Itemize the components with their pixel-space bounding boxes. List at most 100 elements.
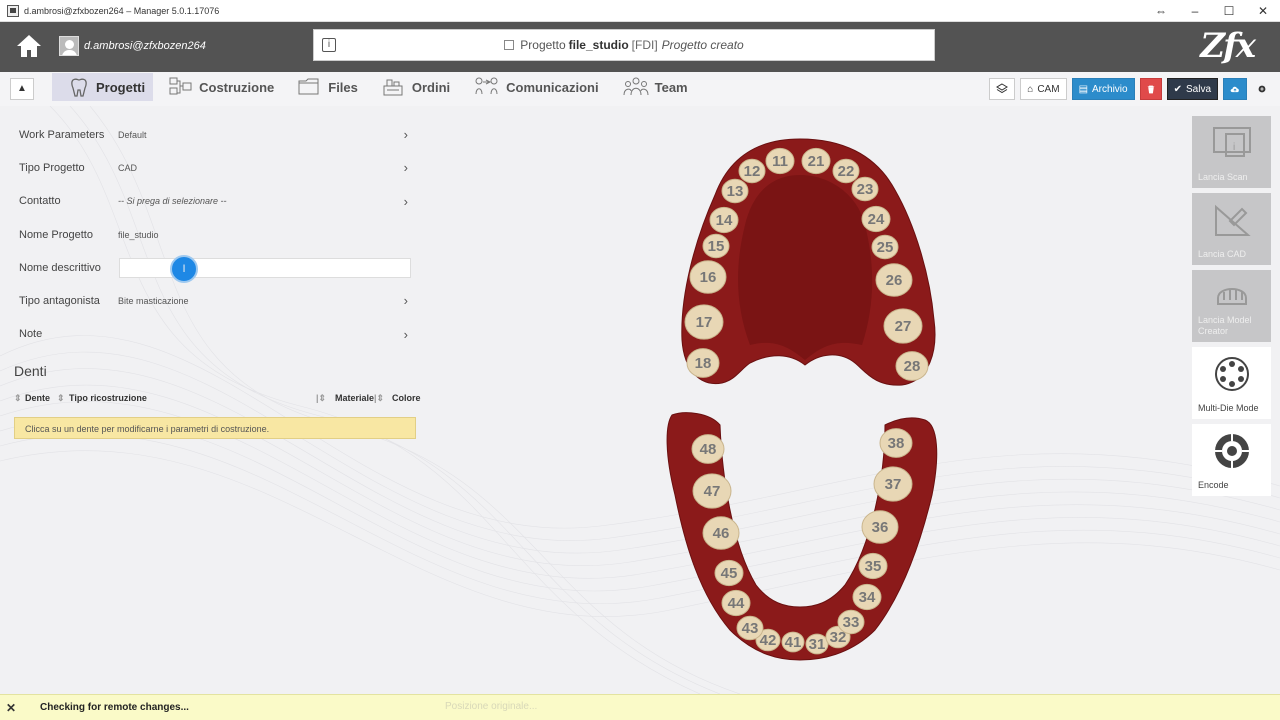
add-button[interactable] — [1252, 78, 1272, 100]
work-parameters-row[interactable]: Work Parameters Default › — [14, 118, 416, 151]
multi-die-mode-label: Multi-Die Mode — [1198, 403, 1259, 413]
tab-comunicazioni[interactable]: Comunicazioni — [458, 73, 606, 101]
chevron-right-icon[interactable]: › — [404, 160, 408, 175]
tooth-18[interactable]: 18 — [686, 348, 720, 378]
user-name: d.ambrosi@zfxbozen264 — [84, 40, 206, 52]
tooth-43[interactable]: 43 — [736, 615, 764, 641]
tooth-17[interactable]: 17 — [684, 304, 724, 340]
multi-die-icon — [1215, 357, 1249, 391]
tooth-15[interactable]: 15 — [702, 233, 730, 259]
tooth-35[interactable]: 35 — [858, 552, 888, 580]
sort-icon[interactable]: ⇕ — [57, 393, 65, 404]
cloud-upload-button[interactable] — [1223, 78, 1247, 100]
tab-progetti[interactable]: Progetti — [52, 73, 154, 101]
tooth-number: 47 — [704, 483, 721, 500]
minimize-button[interactable]: – — [1178, 4, 1212, 18]
tooth-36[interactable]: 36 — [861, 510, 899, 544]
col-colore[interactable]: Colore — [392, 393, 421, 403]
nome-descrittivo-input[interactable] — [119, 258, 411, 279]
tooth-46[interactable]: 46 — [702, 516, 740, 550]
lancia-cad-button[interactable]: Lancia CAD — [1192, 193, 1271, 265]
nome-progetto-label: Nome Progetto — [19, 228, 93, 241]
home-icon[interactable] — [14, 32, 44, 60]
tooth-22[interactable]: 22 — [832, 158, 860, 184]
project-icon — [504, 40, 515, 50]
chevron-right-icon[interactable]: › — [404, 327, 408, 342]
tipo-antagonista-row[interactable]: Tipo antagonista Bite masticazione › — [14, 284, 416, 317]
chevron-right-icon[interactable]: › — [404, 127, 408, 142]
contatto-value: -- Si prega di selezionare -- — [118, 196, 227, 207]
project-form: Work Parameters Default › Tipo Progetto … — [14, 118, 416, 351]
tooth-number: 27 — [895, 318, 912, 335]
lancia-scan-button[interactable]: i Lancia Scan — [1192, 116, 1271, 188]
tab-files[interactable]: Files — [282, 73, 366, 101]
note-row[interactable]: Note › — [14, 318, 416, 351]
restore-arrows-icon[interactable]: ⇔ — [1144, 4, 1178, 18]
chevron-right-icon[interactable]: › — [404, 293, 408, 308]
status-message: Checking for remote changes... — [40, 702, 189, 713]
archivio-button[interactable]: ▤ Archivio — [1071, 78, 1135, 100]
maximize-button[interactable]: ☐ — [1212, 4, 1246, 18]
tooth-34[interactable]: 34 — [852, 583, 882, 611]
col-tipo-ricostruzione[interactable]: Tipo ricostruzione — [69, 393, 147, 403]
project-name: file_studio — [568, 38, 629, 52]
construction-icon — [169, 77, 192, 95]
close-window-button[interactable]: ✕ — [1246, 4, 1280, 18]
tab-ordini[interactable]: Ordini — [366, 73, 458, 101]
tab-label: Costruzione — [199, 79, 275, 95]
tooth-11[interactable]: 11 — [765, 147, 795, 175]
tooth-33[interactable]: 33 — [837, 609, 865, 635]
denti-title: Denti — [14, 363, 47, 379]
sort-icon[interactable]: ⇕ — [14, 393, 22, 404]
salva-button[interactable]: ✔ Salva — [1166, 78, 1218, 100]
tooth-icon — [71, 78, 87, 97]
close-status-icon[interactable]: ✕ — [6, 701, 30, 715]
tooth-48[interactable]: 48 — [691, 434, 725, 464]
tooth-26[interactable]: 26 — [875, 263, 913, 297]
user-info[interactable]: d.ambrosi@zfxbozen264 — [59, 36, 206, 56]
chevron-right-icon[interactable]: › — [404, 194, 408, 209]
tab-costruzione[interactable]: Costruzione — [153, 73, 282, 101]
tab-label: Files — [328, 79, 358, 95]
sort-icon[interactable]: |⇕ — [316, 393, 326, 404]
cam-button[interactable]: ⌂ CAM — [1020, 78, 1067, 100]
encode-button[interactable]: Encode — [1192, 424, 1271, 496]
info-icon[interactable]: i — [322, 38, 336, 52]
tab-label: Progetti — [96, 79, 146, 95]
col-dente[interactable]: Dente — [25, 393, 50, 403]
tipo-antagonista-label: Tipo antagonista — [19, 295, 100, 308]
tab-team[interactable]: Team — [607, 73, 696, 101]
tooth-14[interactable]: 14 — [709, 206, 739, 234]
col-materiale[interactable]: Materiale — [335, 393, 374, 403]
tooth-31[interactable]: 31 — [805, 633, 829, 655]
collapse-up-button[interactable]: ▲ — [10, 78, 34, 100]
tooth-24[interactable]: 24 — [861, 205, 891, 233]
tipo-progetto-row[interactable]: Tipo Progetto CAD › — [14, 151, 416, 184]
tooth-16[interactable]: 16 — [689, 260, 727, 294]
scan-icon: i — [1213, 127, 1251, 157]
layers-button[interactable] — [989, 78, 1016, 100]
tipo-antagonista-value: Bite masticazione — [118, 296, 189, 307]
tooth-41[interactable]: 41 — [781, 631, 805, 653]
tooth-47[interactable]: 47 — [692, 473, 732, 509]
tooth-28[interactable]: 28 — [895, 351, 929, 381]
tooth-number: 11 — [772, 153, 788, 170]
delete-button[interactable] — [1139, 78, 1162, 100]
tooth-12[interactable]: 12 — [738, 158, 766, 184]
dental-arch-chart[interactable]: 1112131415161718212223242526272831 323334… — [640, 125, 960, 675]
tooth-13[interactable]: 13 — [721, 178, 749, 204]
tooth-25[interactable]: 25 — [871, 234, 899, 260]
tooth-21[interactable]: 21 — [801, 147, 831, 175]
tooth-23[interactable]: 23 — [851, 176, 879, 202]
tooth-27[interactable]: 27 — [883, 308, 923, 344]
sort-icon[interactable]: |⇕ — [374, 393, 384, 404]
tooth-38[interactable]: 38 — [879, 428, 913, 458]
multi-die-mode-button[interactable]: Multi-Die Mode — [1192, 347, 1271, 419]
tooth-37[interactable]: 37 — [873, 466, 913, 502]
tooth-number: 12 — [744, 163, 761, 180]
tipo-progetto-label: Tipo Progetto — [19, 161, 85, 174]
tooth-44[interactable]: 44 — [721, 589, 751, 617]
contatto-row[interactable]: Contatto -- Si prega di selezionare -- › — [14, 185, 416, 218]
lancia-model-creator-button[interactable]: Lancia Model Creator — [1192, 270, 1271, 342]
tooth-45[interactable]: 45 — [714, 559, 744, 587]
